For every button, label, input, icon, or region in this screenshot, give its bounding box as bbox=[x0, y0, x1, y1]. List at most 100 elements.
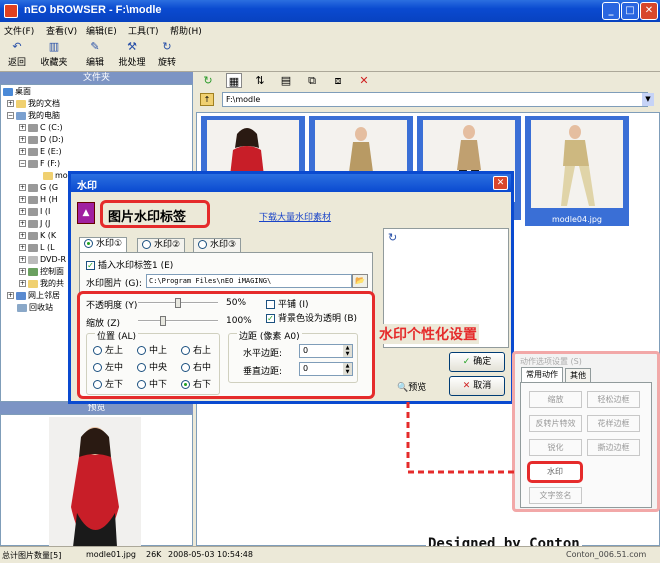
action-easy-frame-button[interactable]: 轻松边框 bbox=[587, 391, 640, 408]
move-icon[interactable]: ⧈ bbox=[330, 73, 346, 88]
favorites-button[interactable]: ▥ 收藏夹 bbox=[34, 40, 74, 70]
tab-watermark-1[interactable]: 水印① bbox=[79, 237, 128, 252]
watermark-image-path[interactable]: C:\Program Files\nEO iMAGING\ bbox=[146, 274, 352, 288]
tree-item-computer[interactable]: − 我的电脑 bbox=[7, 110, 60, 122]
open-folder-icon[interactable]: 📂 bbox=[352, 274, 368, 288]
slider-thumb[interactable] bbox=[175, 298, 181, 308]
thumbnail-item-selected[interactable]: modle04.jpg bbox=[525, 116, 629, 226]
position-top-left[interactable]: 左上 bbox=[93, 343, 123, 356]
delete-icon[interactable]: ✕ bbox=[356, 73, 372, 88]
drive-icon bbox=[28, 195, 38, 204]
sort-icon[interactable]: ⇅ bbox=[252, 73, 268, 88]
tree-item-modle[interactable]: mo bbox=[43, 170, 68, 182]
tree-item-drive-e[interactable]: + E (E:) bbox=[19, 146, 62, 158]
tile-checkbox[interactable]: 平铺 (I) bbox=[266, 297, 309, 310]
tab-watermark-3[interactable]: 水印③ bbox=[193, 238, 242, 253]
tree-item-shared[interactable]: + 我的共 bbox=[19, 278, 64, 290]
position-middle-right[interactable]: 右中 bbox=[181, 360, 211, 373]
opacity-label: 不透明度 (Y) bbox=[86, 301, 138, 311]
action-cross-process-button[interactable]: 反转片特效 bbox=[529, 415, 582, 432]
position-bottom-right[interactable]: 右下 bbox=[181, 377, 211, 390]
tree-item-control-panel[interactable]: + 控制面 bbox=[19, 266, 64, 278]
tree-item-drive-i[interactable]: + I (I bbox=[19, 206, 50, 218]
spinner-icon[interactable]: ▲ ▼ bbox=[343, 345, 352, 357]
watermark-text: Conton_006.51.com bbox=[566, 550, 647, 559]
action-sharpen-button[interactable]: 锐化 bbox=[529, 439, 582, 456]
action-watermark-button[interactable]: 水印 bbox=[527, 461, 583, 483]
action-text-signature-button[interactable]: 文字签名 bbox=[529, 487, 582, 504]
ok-button[interactable]: ✓ 确定 bbox=[449, 352, 505, 372]
tree-item-drive-c[interactable]: + C (C:) bbox=[19, 122, 63, 134]
tab-watermark-2[interactable]: 水印② bbox=[137, 238, 186, 253]
folder-panel-header: 文件夹 bbox=[0, 72, 193, 84]
action-resize-button[interactable]: 缩放 bbox=[529, 391, 582, 408]
tree-item-documents[interactable]: + 我的文档 bbox=[7, 98, 60, 110]
address-input[interactable]: F:\modle bbox=[222, 92, 648, 107]
position-bottom-center[interactable]: 中下 bbox=[137, 377, 167, 390]
position-middle-left[interactable]: 左中 bbox=[93, 360, 123, 373]
spinner-icon[interactable]: ▲ ▼ bbox=[343, 363, 352, 375]
address-bar: ↑ F:\modle ▼ bbox=[196, 92, 654, 108]
slider-thumb[interactable] bbox=[160, 316, 167, 326]
close-button[interactable]: ✕ bbox=[640, 2, 658, 20]
position-center[interactable]: 中央 bbox=[137, 360, 167, 373]
thumbnail-view-icon[interactable]: ▦ bbox=[226, 73, 242, 88]
tree-item-dvd[interactable]: + DVD-R bbox=[19, 254, 66, 266]
minimize-button[interactable]: _ bbox=[602, 2, 620, 20]
refresh-icon[interactable]: ↻ bbox=[388, 231, 397, 244]
tree-item-drive-l[interactable]: + L (L bbox=[19, 242, 55, 254]
position-top-right[interactable]: 右上 bbox=[181, 343, 211, 356]
menu-help[interactable]: 帮助(H) bbox=[170, 24, 202, 37]
dialog-title-bar: 水印 ✕ bbox=[71, 174, 511, 192]
action-panel: 动作选项设置 (S) 常用动作 其他 缩放 轻松边框 反转片特效 花样边框 锐化… bbox=[512, 351, 660, 512]
action-fancy-frame-button[interactable]: 花样边框 bbox=[587, 415, 640, 432]
v-margin-input[interactable]: 0 ▲ ▼ bbox=[299, 362, 353, 376]
chevron-down-icon[interactable]: ▼ bbox=[642, 93, 654, 106]
tree-item-desktop[interactable]: 桌面 bbox=[3, 86, 31, 98]
tab-other[interactable]: 其他 bbox=[565, 368, 591, 383]
cancel-button[interactable]: ✕ 取消 bbox=[449, 376, 505, 396]
scale-value: 100% bbox=[226, 316, 252, 326]
transparent-bg-checkbox[interactable]: ✓ 背景色设为透明 (B) bbox=[266, 311, 357, 324]
menu-edit[interactable]: 编辑(E) bbox=[86, 24, 117, 37]
insert-watermark-checkbox[interactable]: ✓ 插入水印标签1 (E) bbox=[86, 258, 173, 271]
customization-annotation: 水印个性化设置 bbox=[377, 324, 479, 344]
copy-icon[interactable]: ⧉ bbox=[304, 73, 320, 88]
dialog-close-button[interactable]: ✕ bbox=[493, 176, 508, 190]
tree-item-drive-h[interactable]: + H (H bbox=[19, 194, 58, 206]
collapse-icon[interactable]: − bbox=[7, 112, 14, 119]
action-torn-frame-button[interactable]: 撕边边框 bbox=[587, 439, 640, 456]
tree-item-drive-g[interactable]: + G (G bbox=[19, 182, 58, 194]
preview-button[interactable]: 🔍预览 bbox=[397, 380, 426, 393]
tree-item-drive-f[interactable]: − F (F:) bbox=[19, 158, 60, 170]
cross-icon: ✕ bbox=[462, 381, 471, 391]
tree-item-drive-d[interactable]: + D (D:) bbox=[19, 134, 64, 146]
menu-tools[interactable]: 工具(T) bbox=[128, 24, 159, 37]
h-margin-input[interactable]: 0 ▲ ▼ bbox=[299, 344, 353, 358]
maximize-button[interactable]: □ bbox=[621, 2, 639, 20]
back-button[interactable]: ↶ 返回 bbox=[0, 40, 34, 70]
opacity-slider[interactable] bbox=[138, 298, 218, 308]
tree-item-network[interactable]: + 网上邻居 bbox=[7, 290, 60, 302]
details-view-icon[interactable]: ▤ bbox=[278, 73, 294, 88]
batch-button[interactable]: ⚒ 批处理 bbox=[114, 40, 150, 70]
scale-slider[interactable] bbox=[138, 316, 218, 326]
download-link[interactable]: 下载大量水印素材 bbox=[259, 210, 331, 223]
refresh-icon[interactable]: ↻ bbox=[200, 73, 216, 88]
menu-view[interactable]: 查看(V) bbox=[46, 24, 77, 37]
tree-item-drive-k[interactable]: + K (K bbox=[19, 230, 56, 242]
tree-item-drive-j[interactable]: + J (J bbox=[19, 218, 50, 230]
tree-item-recycle-bin[interactable]: 回收站 bbox=[17, 302, 53, 314]
up-folder-icon[interactable]: ↑ bbox=[200, 93, 214, 106]
computer-icon bbox=[16, 111, 26, 120]
edit-button[interactable]: ✎ 编辑 bbox=[78, 40, 112, 70]
toolbar: ↶ 返回 ▥ 收藏夹 ✎ 编辑 ⚒ 批处理 ↻ 旋转 bbox=[0, 38, 660, 72]
tab-common-actions[interactable]: 常用动作 bbox=[521, 367, 563, 382]
position-bottom-left[interactable]: 左下 bbox=[93, 377, 123, 390]
watermark-dialog: 水印 ✕ ▲ 图片水印标签 下载大量水印素材 水印① 水印② 水印③ ✓ 插入水印… bbox=[68, 171, 514, 404]
rotate-button[interactable]: ↻ 旋转 bbox=[150, 40, 184, 70]
drive-icon bbox=[28, 183, 38, 192]
expand-icon[interactable]: + bbox=[7, 100, 14, 107]
menu-file[interactable]: 文件(F) bbox=[4, 24, 34, 37]
position-top-center[interactable]: 中上 bbox=[137, 343, 167, 356]
